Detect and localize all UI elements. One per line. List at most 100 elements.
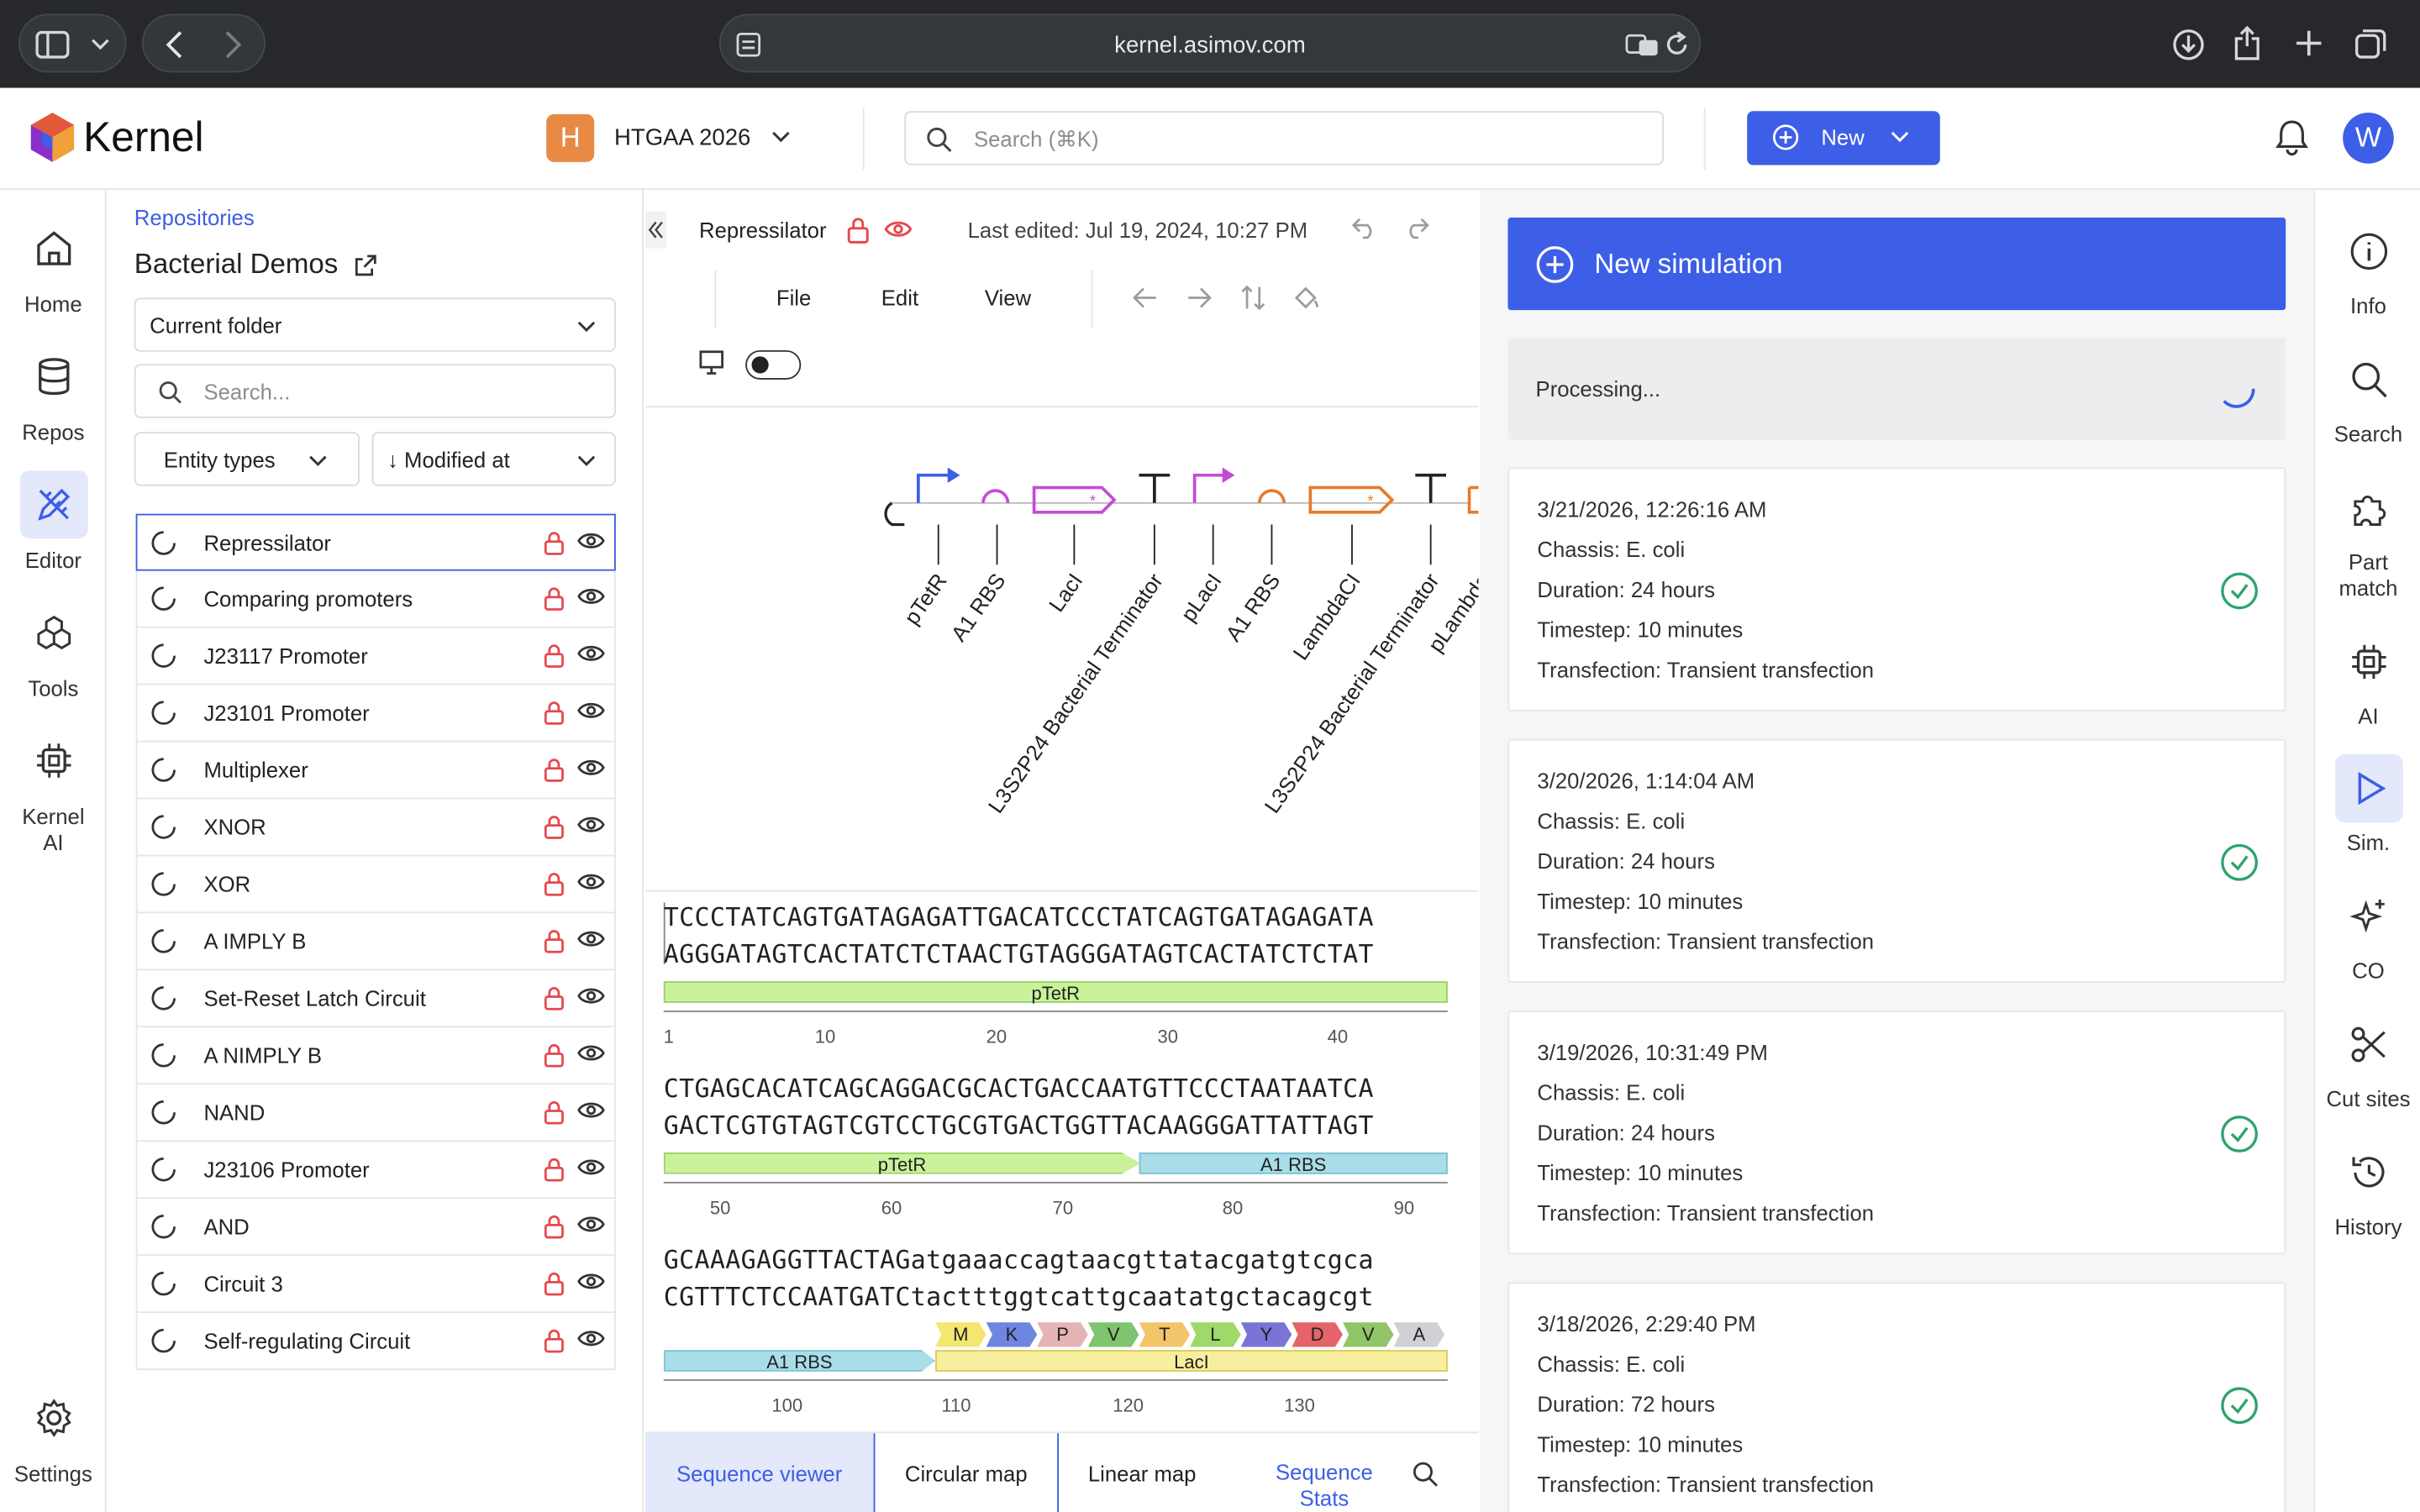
entity-row[interactable]: XOR [135,856,616,914]
eye-icon[interactable] [577,701,605,721]
entity-row[interactable]: Set-Reset Latch Circuit [135,970,616,1028]
nav-settings[interactable]: Settings [0,1384,107,1486]
lock-icon[interactable] [544,643,566,668]
sequence-top-strand[interactable]: TCCCTATCAGTGATAGAGATTGACATCCCTATCAGTGATA… [664,902,1374,932]
simulation-run-card[interactable]: 3/20/2026, 1:14:04 AM Chassis: E. coli Dur… [1507,738,2286,984]
nav-tools[interactable]: Tools [0,599,107,701]
global-search[interactable]: Search (⌘K) [904,111,1665,165]
entity-row[interactable]: XNOR [135,799,616,857]
menu-file[interactable]: File [776,286,811,310]
sequence-bottom-strand[interactable]: GACTCGTGTAGTCGTCCTGCGTGACTGGTTACAAGGGATT… [664,1110,1374,1140]
lock-icon[interactable] [544,586,566,611]
share-icon[interactable] [2233,24,2261,61]
eye-icon[interactable] [884,219,913,239]
entity-type-filter[interactable]: Entity types [134,432,360,486]
nav-home[interactable]: Home [0,214,107,317]
tool-cut-sites[interactable]: Cut sites [2315,1011,2420,1112]
eye-icon[interactable] [577,929,605,949]
forward-icon[interactable] [224,31,242,59]
eye-icon[interactable] [577,1215,605,1235]
new-button[interactable]: New [1747,111,1940,165]
eye-icon[interactable] [577,758,605,778]
entity-row[interactable]: AND [135,1199,616,1257]
eye-icon[interactable] [577,531,605,551]
tool-search[interactable]: Search [2315,345,2420,447]
feature-a1-rbs[interactable]: A1 RBS [663,1350,936,1372]
lock-icon[interactable] [846,216,871,244]
redo-icon[interactable] [1404,218,1429,239]
eye-icon[interactable] [577,1043,605,1063]
feature-a1-rbs[interactable]: A1 RBS [1139,1152,1448,1176]
tool-codon-optimization[interactable]: CO [2315,883,2420,984]
eye-icon[interactable] [577,872,605,892]
tab-sequence-stats[interactable]: Sequence Stats [1250,1433,1398,1512]
sequence-top-strand[interactable]: GCAAAGAGGTTACTAGatgaaaccagtaacgttatacgat… [664,1245,1374,1274]
menu-edit[interactable]: Edit [881,286,918,310]
sequence-top-strand[interactable]: CTGAGCACATCAGCAGGACGCACTGACCAATGTTCCCTAA… [664,1074,1374,1103]
eye-icon[interactable] [577,1158,605,1178]
entity-row[interactable]: J23106 Promoter [135,1142,616,1200]
tool-simulation[interactable]: Sim. [2315,754,2420,856]
lock-icon[interactable] [544,1215,566,1239]
eye-icon[interactable] [577,815,605,835]
eye-icon[interactable] [577,1100,605,1121]
lock-icon[interactable] [544,929,566,953]
folder-select[interactable]: Current folder [134,297,616,352]
tool-ai[interactable]: AI [2315,628,2420,730]
workspace-chevron-icon[interactable] [771,131,790,144]
eye-icon[interactable] [577,986,605,1006]
translate-icon[interactable] [1625,33,1659,57]
tool-history[interactable]: History [2315,1139,2420,1241]
nav-editor[interactable]: Editor [0,470,107,572]
part-map[interactable]: * * pTetR A1 RBS LacI L3S2P24 Bacterial … [644,406,1479,892]
eye-icon[interactable] [577,643,605,664]
new-tab-icon[interactable] [2293,28,2324,59]
feature-laci[interactable]: LacI [935,1350,1448,1373]
simulation-run-card[interactable]: 3/18/2026, 2:29:40 PM Chassis: E. coli Dur… [1507,1282,2286,1512]
tab-overview-icon[interactable] [2354,26,2387,60]
lock-icon[interactable] [544,531,566,555]
view-toggle[interactable] [745,349,802,380]
lock-icon[interactable] [544,701,566,725]
feature-ptetr[interactable]: pTetR [663,981,1448,1005]
address-bar[interactable]: kernel.asimov.com [718,13,1702,73]
user-avatar[interactable]: W [2343,113,2394,164]
translation-row[interactable]: MKPVTLYDVA [935,1322,1450,1347]
entity-row[interactable]: Self-regulating Circuit [135,1313,616,1371]
paint-bucket-icon[interactable] [1293,286,1321,310]
nav-kernel-ai[interactable]: Kernel AI [0,727,107,856]
eye-icon[interactable] [577,1328,605,1348]
sequence-bottom-strand[interactable]: CGTTTCTCCAATGATCtactttggtcattgcaatatgcta… [664,1282,1374,1311]
collapse-panel-icon[interactable] [644,211,667,249]
workspace-name[interactable]: HTGAA 2026 [614,125,750,151]
entity-row[interactable]: Repressilator [135,513,616,571]
tab-linear-map[interactable]: Linear map [1059,1433,1225,1512]
entity-row[interactable]: Comparing promoters [135,570,616,628]
eye-icon[interactable] [577,586,605,606]
arrow-left-icon[interactable] [1133,287,1157,309]
entity-row[interactable]: A NIMPLY B [135,1027,616,1085]
lock-icon[interactable] [544,1158,566,1182]
menu-view[interactable]: View [985,286,1031,310]
tab-circular-map[interactable]: Circular map [875,1433,1057,1512]
lock-icon[interactable] [544,1100,566,1125]
entity-row[interactable]: NAND [135,1084,616,1142]
lock-icon[interactable] [544,758,566,782]
kernel-logo-icon[interactable] [28,111,77,163]
sequence-bottom-strand[interactable]: AGGGATAGTCACTATCTCTAACTGTAGGGATAGTCACTAT… [664,940,1374,969]
entity-row[interactable]: Multiplexer [135,742,616,800]
simulation-run-card[interactable]: 3/19/2026, 10:31:49 PM Chassis: E. coli Du… [1507,1011,2286,1255]
lock-icon[interactable] [544,815,566,839]
tool-part-match[interactable]: Part match [2315,474,2420,601]
sort-select[interactable]: ↓ Modified at [371,432,616,486]
search-icon[interactable] [1413,1461,1439,1487]
bell-icon[interactable] [2275,118,2308,156]
simulation-run-card[interactable]: 3/21/2026, 12:26:16 AM Chassis: E. coli Du… [1507,467,2286,711]
entity-row[interactable]: J23117 Promoter [135,627,616,685]
lock-icon[interactable] [544,872,566,896]
nav-repos[interactable]: Repos [0,343,107,444]
lock-icon[interactable] [544,986,566,1011]
tab-sequence-viewer[interactable]: Sequence viewer [644,1433,874,1512]
lock-icon[interactable] [544,1043,566,1068]
lock-icon[interactable] [544,1271,566,1296]
